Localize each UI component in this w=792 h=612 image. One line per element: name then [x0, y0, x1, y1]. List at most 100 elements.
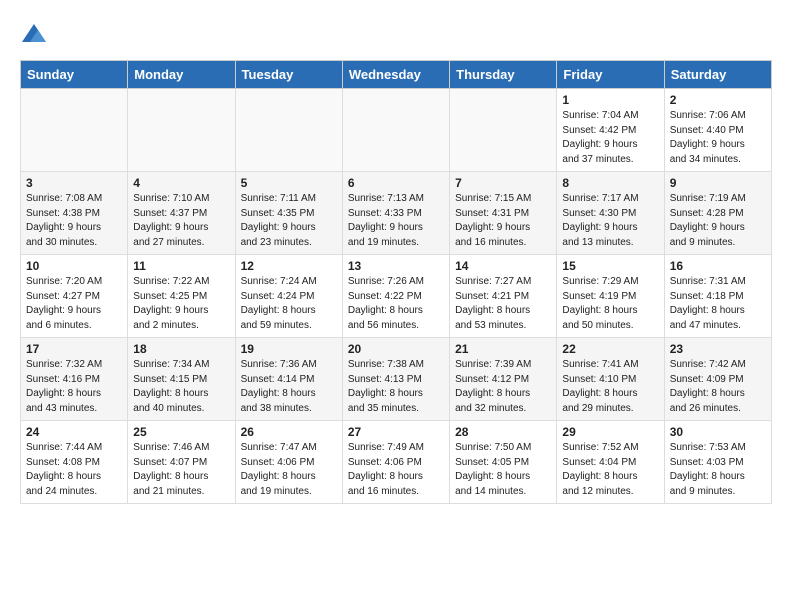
day-info: Sunrise: 7:38 AM Sunset: 4:13 PM Dayligh… [348, 358, 444, 416]
header [20, 18, 772, 50]
day-info: Sunrise: 7:31 AM Sunset: 4:18 PM Dayligh… [670, 275, 766, 333]
day-info: Sunrise: 7:17 AM Sunset: 4:30 PM Dayligh… [562, 192, 658, 250]
calendar-cell [450, 89, 557, 172]
calendar-cell: 10 Sunrise: 7:20 AM Sunset: 4:27 PM Dayli… [21, 255, 128, 338]
weekday-header: Tuesday [235, 61, 342, 89]
calendar-cell: 5 Sunrise: 7:11 AM Sunset: 4:35 PM Daylig… [235, 172, 342, 255]
day-number: 8 [562, 176, 658, 190]
day-number: 7 [455, 176, 551, 190]
calendar-cell: 21Sunrise: 7:39 AM Sunset: 4:12 PM Dayli… [450, 338, 557, 421]
logo [20, 22, 52, 50]
day-info: Sunrise: 7:19 AM Sunset: 4:28 PM Dayligh… [670, 192, 766, 250]
calendar-cell [342, 89, 449, 172]
calendar-week-row: 1 Sunrise: 7:04 AM Sunset: 4:42 PM Daylig… [21, 89, 772, 172]
logo-icon [20, 22, 48, 50]
calendar-cell: 15 Sunrise: 7:29 AM Sunset: 4:19 PM Dayli… [557, 255, 664, 338]
calendar-cell: 11Sunrise: 7:22 AM Sunset: 4:25 PM Dayli… [128, 255, 235, 338]
day-number: 19 [241, 342, 337, 356]
day-info: Sunrise: 7:32 AM Sunset: 4:16 PM Dayligh… [26, 358, 122, 416]
day-info: Sunrise: 7:11 AM Sunset: 4:35 PM Dayligh… [241, 192, 337, 250]
calendar-cell: 29 Sunrise: 7:52 AM Sunset: 4:04 PM Dayli… [557, 421, 664, 504]
calendar-cell: 14 Sunrise: 7:27 AM Sunset: 4:21 PM Dayli… [450, 255, 557, 338]
day-info: Sunrise: 7:53 AM Sunset: 4:03 PM Dayligh… [670, 441, 766, 499]
day-number: 23 [670, 342, 766, 356]
day-number: 24 [26, 425, 122, 439]
calendar-cell: 22 Sunrise: 7:41 AM Sunset: 4:10 PM Dayli… [557, 338, 664, 421]
day-number: 18 [133, 342, 229, 356]
day-info: Sunrise: 7:15 AM Sunset: 4:31 PM Dayligh… [455, 192, 551, 250]
calendar-table: SundayMondayTuesdayWednesdayThursdayFrid… [20, 60, 772, 504]
day-info: Sunrise: 7:29 AM Sunset: 4:19 PM Dayligh… [562, 275, 658, 333]
day-number: 25 [133, 425, 229, 439]
day-number: 16 [670, 259, 766, 273]
day-number: 11 [133, 259, 229, 273]
day-info: Sunrise: 7:26 AM Sunset: 4:22 PM Dayligh… [348, 275, 444, 333]
day-info: Sunrise: 7:20 AM Sunset: 4:27 PM Dayligh… [26, 275, 122, 333]
day-number: 10 [26, 259, 122, 273]
calendar-cell: 28 Sunrise: 7:50 AM Sunset: 4:05 PM Dayli… [450, 421, 557, 504]
calendar-cell: 7 Sunrise: 7:15 AM Sunset: 4:31 PM Daylig… [450, 172, 557, 255]
day-number: 17 [26, 342, 122, 356]
calendar-cell: 2 Sunrise: 7:06 AM Sunset: 4:40 PM Daylig… [664, 89, 771, 172]
day-info: Sunrise: 7:49 AM Sunset: 4:06 PM Dayligh… [348, 441, 444, 499]
calendar-cell: 4Sunrise: 7:10 AM Sunset: 4:37 PM Daylig… [128, 172, 235, 255]
day-number: 30 [670, 425, 766, 439]
calendar-cell: 18 Sunrise: 7:34 AM Sunset: 4:15 PM Dayli… [128, 338, 235, 421]
calendar-header-row: SundayMondayTuesdayWednesdayThursdayFrid… [21, 61, 772, 89]
day-info: Sunrise: 7:52 AM Sunset: 4:04 PM Dayligh… [562, 441, 658, 499]
day-info: Sunrise: 7:06 AM Sunset: 4:40 PM Dayligh… [670, 109, 766, 167]
day-number: 9 [670, 176, 766, 190]
day-info: Sunrise: 7:42 AM Sunset: 4:09 PM Dayligh… [670, 358, 766, 416]
day-info: Sunrise: 7:13 AM Sunset: 4:33 PM Dayligh… [348, 192, 444, 250]
calendar-cell: 27 Sunrise: 7:49 AM Sunset: 4:06 PM Dayli… [342, 421, 449, 504]
day-number: 3 [26, 176, 122, 190]
day-info: Sunrise: 7:10 AM Sunset: 4:37 PM Dayligh… [133, 192, 229, 250]
day-info: Sunrise: 7:08 AM Sunset: 4:38 PM Dayligh… [26, 192, 122, 250]
day-info: Sunrise: 7:46 AM Sunset: 4:07 PM Dayligh… [133, 441, 229, 499]
day-number: 13 [348, 259, 444, 273]
calendar-cell: 12Sunrise: 7:24 AM Sunset: 4:24 PM Dayli… [235, 255, 342, 338]
day-info: Sunrise: 7:39 AM Sunset: 4:12 PM Dayligh… [455, 358, 551, 416]
day-info: Sunrise: 7:27 AM Sunset: 4:21 PM Dayligh… [455, 275, 551, 333]
day-number: 27 [348, 425, 444, 439]
calendar-cell: 13 Sunrise: 7:26 AM Sunset: 4:22 PM Dayli… [342, 255, 449, 338]
day-number: 22 [562, 342, 658, 356]
day-number: 5 [241, 176, 337, 190]
day-number: 14 [455, 259, 551, 273]
calendar-cell: 25 Sunrise: 7:46 AM Sunset: 4:07 PM Dayli… [128, 421, 235, 504]
calendar-week-row: 24Sunrise: 7:44 AM Sunset: 4:08 PM Dayli… [21, 421, 772, 504]
calendar-cell: 20 Sunrise: 7:38 AM Sunset: 4:13 PM Dayli… [342, 338, 449, 421]
calendar-cell [128, 89, 235, 172]
calendar-cell: 6 Sunrise: 7:13 AM Sunset: 4:33 PM Daylig… [342, 172, 449, 255]
calendar-cell: 1 Sunrise: 7:04 AM Sunset: 4:42 PM Daylig… [557, 89, 664, 172]
day-number: 6 [348, 176, 444, 190]
page: SundayMondayTuesdayWednesdayThursdayFrid… [0, 0, 792, 514]
calendar-week-row: 17 Sunrise: 7:32 AM Sunset: 4:16 PM Dayli… [21, 338, 772, 421]
day-number: 28 [455, 425, 551, 439]
calendar-cell: 8 Sunrise: 7:17 AM Sunset: 4:30 PM Daylig… [557, 172, 664, 255]
day-number: 1 [562, 93, 658, 107]
day-info: Sunrise: 7:34 AM Sunset: 4:15 PM Dayligh… [133, 358, 229, 416]
day-number: 29 [562, 425, 658, 439]
day-number: 12 [241, 259, 337, 273]
calendar-cell: 19 Sunrise: 7:36 AM Sunset: 4:14 PM Dayli… [235, 338, 342, 421]
weekday-header: Friday [557, 61, 664, 89]
day-number: 15 [562, 259, 658, 273]
weekday-header: Thursday [450, 61, 557, 89]
calendar-cell: 16 Sunrise: 7:31 AM Sunset: 4:18 PM Dayli… [664, 255, 771, 338]
weekday-header: Saturday [664, 61, 771, 89]
day-info: Sunrise: 7:50 AM Sunset: 4:05 PM Dayligh… [455, 441, 551, 499]
day-number: 26 [241, 425, 337, 439]
day-number: 20 [348, 342, 444, 356]
calendar-cell: 3 Sunrise: 7:08 AM Sunset: 4:38 PM Daylig… [21, 172, 128, 255]
calendar-cell [235, 89, 342, 172]
day-info: Sunrise: 7:36 AM Sunset: 4:14 PM Dayligh… [241, 358, 337, 416]
day-number: 2 [670, 93, 766, 107]
weekday-header: Sunday [21, 61, 128, 89]
weekday-header: Wednesday [342, 61, 449, 89]
day-info: Sunrise: 7:41 AM Sunset: 4:10 PM Dayligh… [562, 358, 658, 416]
day-info: Sunrise: 7:47 AM Sunset: 4:06 PM Dayligh… [241, 441, 337, 499]
weekday-header: Monday [128, 61, 235, 89]
day-info: Sunrise: 7:04 AM Sunset: 4:42 PM Dayligh… [562, 109, 658, 167]
calendar-week-row: 10 Sunrise: 7:20 AM Sunset: 4:27 PM Dayli… [21, 255, 772, 338]
